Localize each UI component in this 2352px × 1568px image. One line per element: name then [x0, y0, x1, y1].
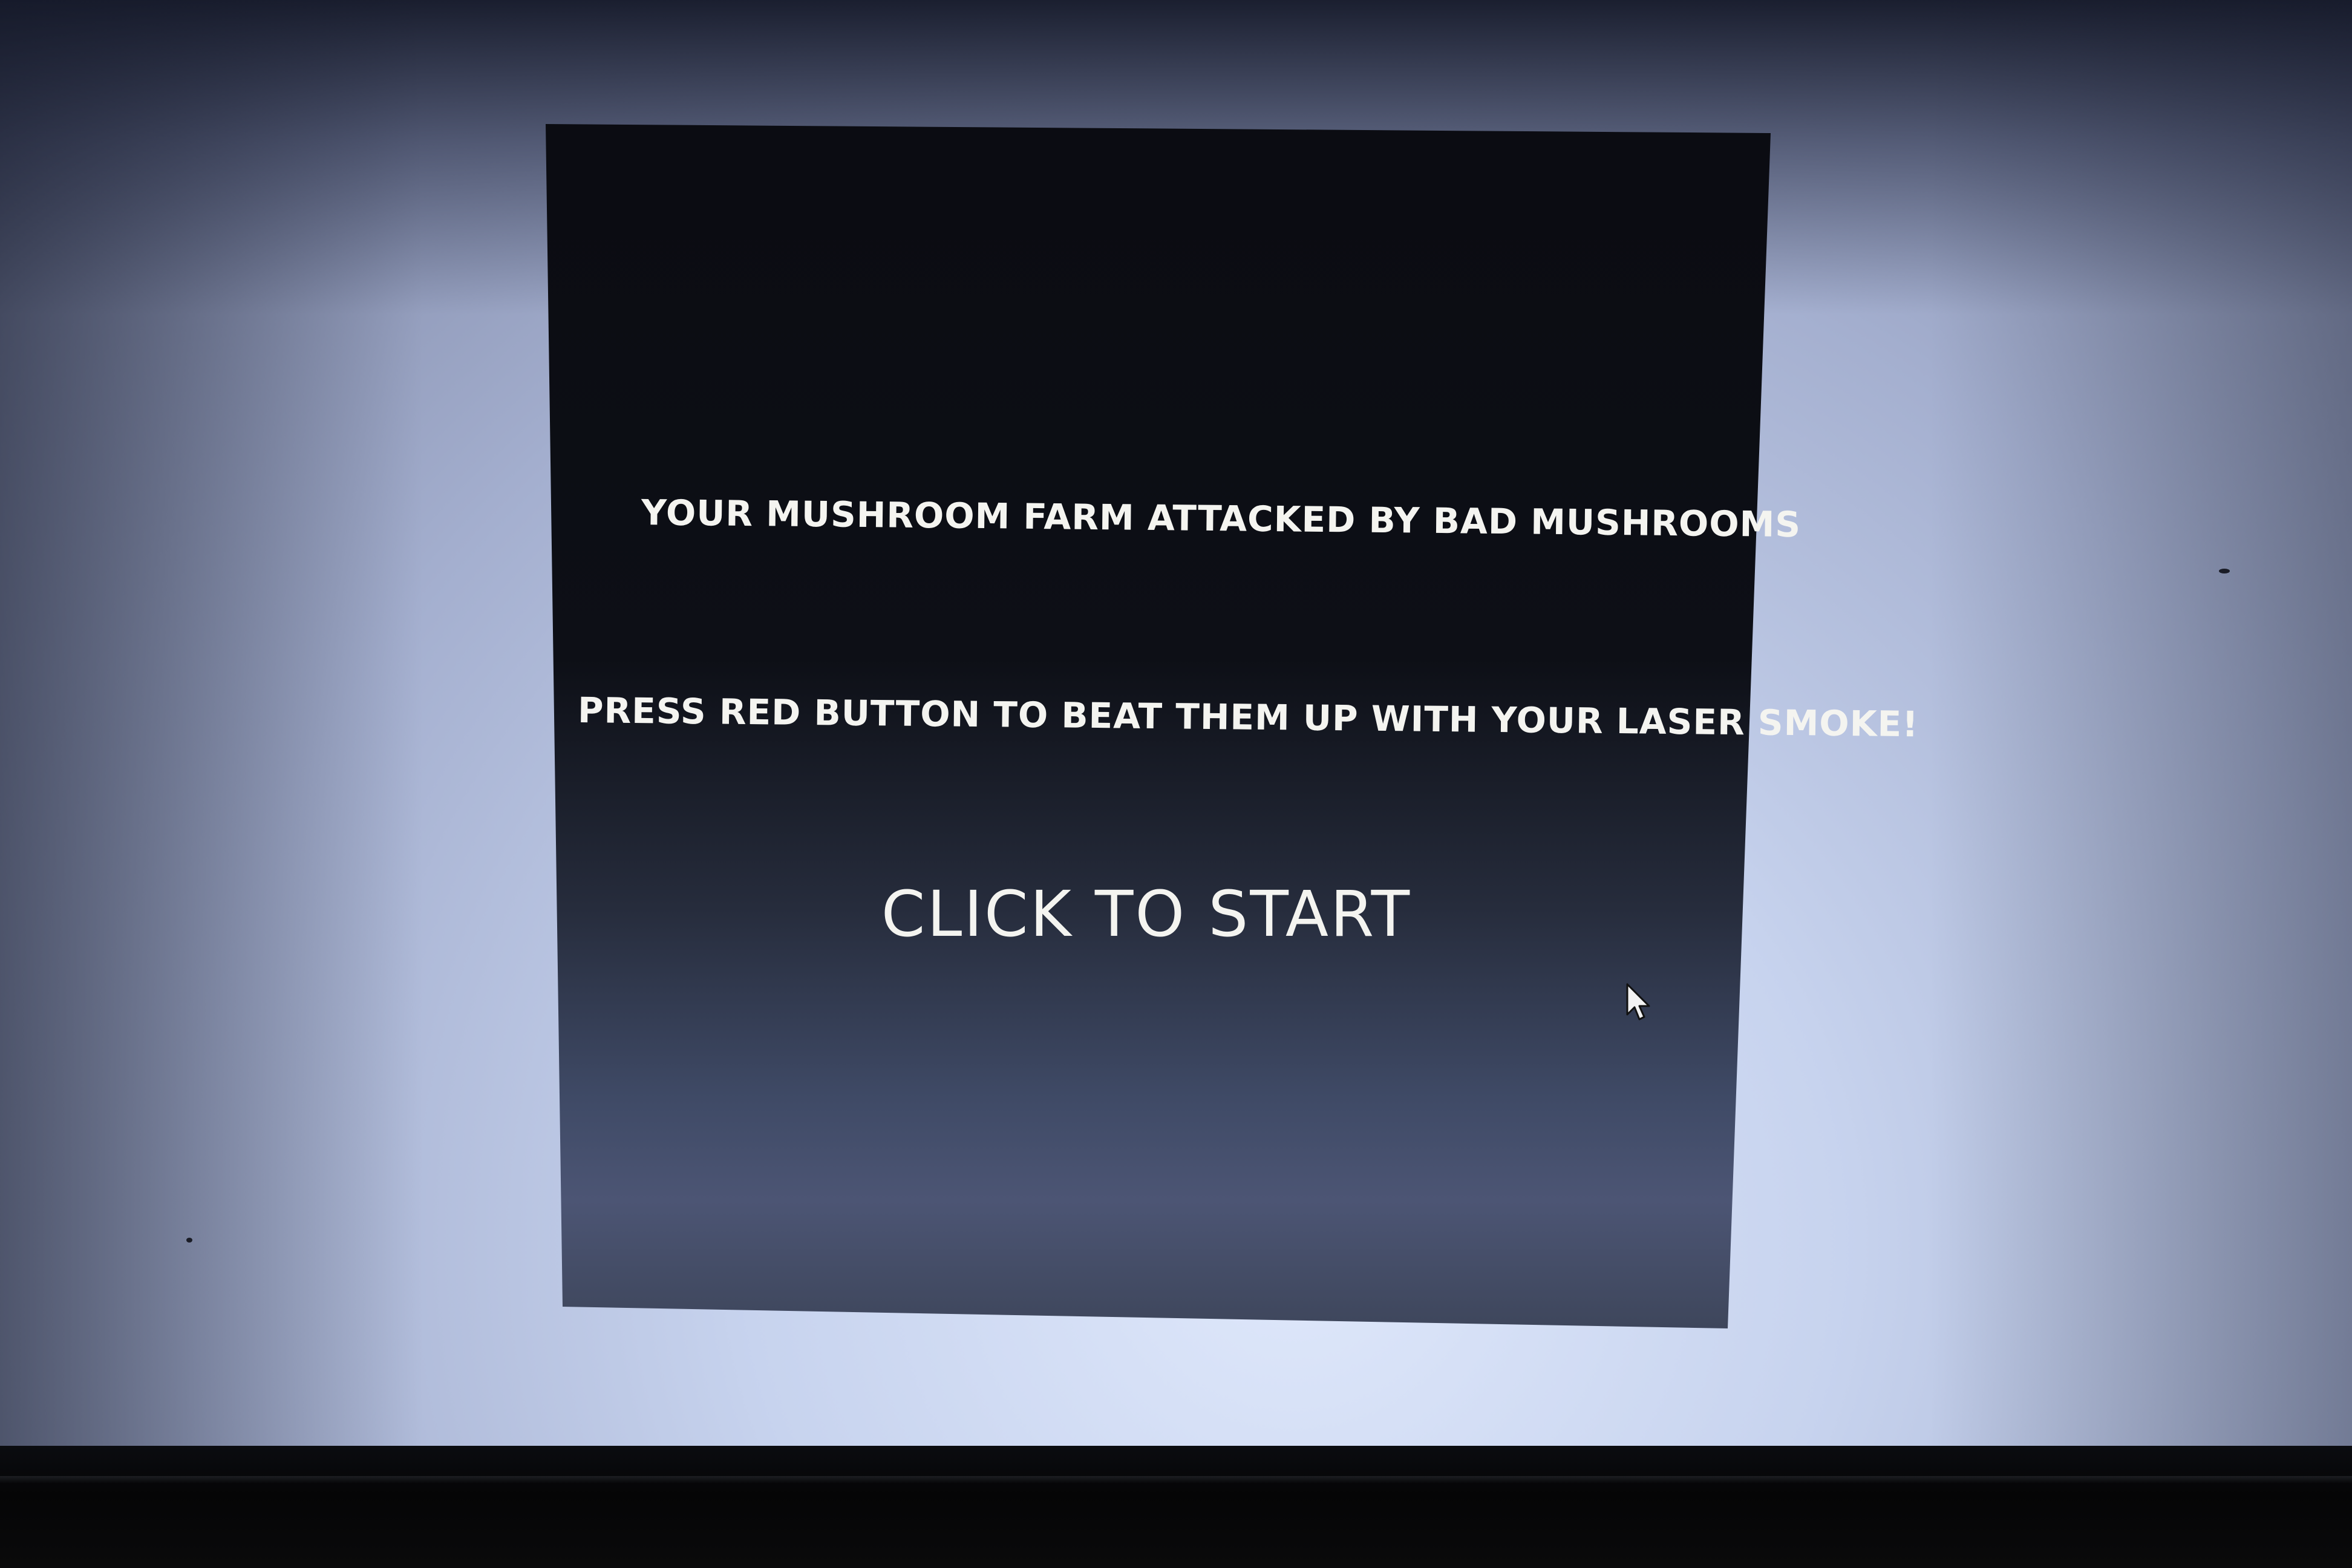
monitor-bezel [0, 1446, 2352, 1568]
bezel-edge [0, 1476, 2352, 1483]
mouse-pointer-icon [1626, 983, 1650, 1021]
screen-speck [2219, 569, 2230, 573]
click-to-start-prompt[interactable]: CLICK TO START [859, 877, 1434, 951]
screen-speck [186, 1238, 192, 1243]
